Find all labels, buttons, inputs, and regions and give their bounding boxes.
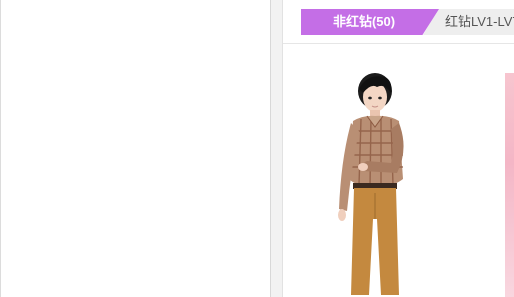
tab-bar: 红钻LV1-LV7 非红钻(50) (283, 0, 514, 44)
avatar-stage (283, 45, 514, 297)
tab-label: 红钻LV1-LV7 (445, 14, 514, 29)
panel-divider[interactable] (270, 0, 283, 297)
tab-label: 非红钻(50) (332, 14, 396, 29)
tab-non-red-diamond[interactable]: 非红钻(50) (301, 9, 439, 35)
character-avatar-figure[interactable] (323, 69, 419, 297)
next-avatar-card[interactable] (505, 73, 514, 297)
tab-red-diamond-lv1-lv7[interactable]: 红钻LV1-LV7 (423, 9, 514, 35)
right-panel: 红钻LV1-LV7 非红钻(50) (283, 0, 514, 297)
left-panel (0, 0, 270, 297)
